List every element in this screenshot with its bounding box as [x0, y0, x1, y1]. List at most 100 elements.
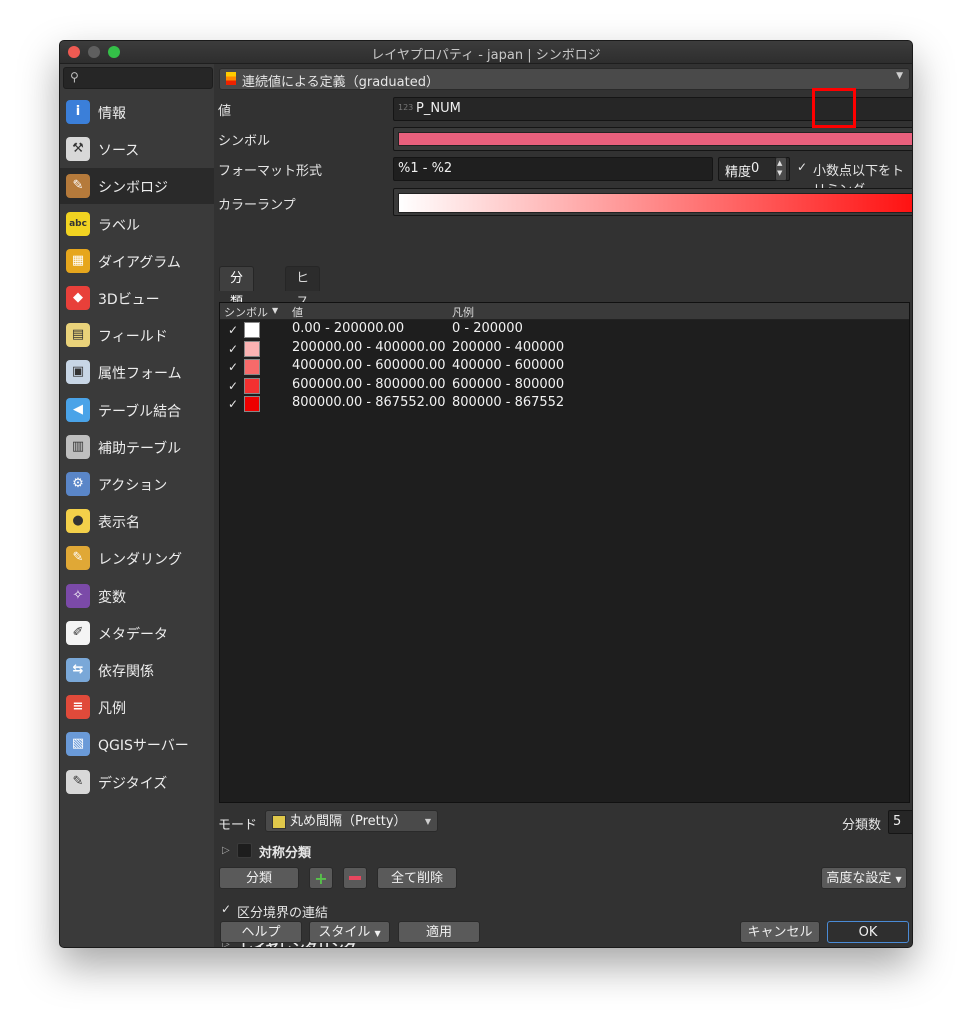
attribute-form-icon: ▣ — [66, 360, 90, 385]
class-symbol-swatch[interactable] — [244, 359, 260, 375]
sidebar-item[interactable]: ⇆ 依存関係 — [60, 652, 214, 688]
rendering-brush-icon: ✎ — [66, 546, 90, 571]
mode-label: モード — [218, 818, 258, 833]
title-bar: レイヤプロパティ - japan | シンボロジ — [60, 41, 912, 64]
header-symbol[interactable]: シンボル — [224, 304, 268, 320]
sidebar-item[interactable]: ⚒ ソース — [60, 131, 214, 167]
sidebar-item[interactable]: i 情報 — [60, 94, 214, 130]
row-checkbox[interactable]: ✓ — [228, 397, 238, 411]
class-symbol-swatch[interactable] — [244, 396, 260, 412]
class-legend[interactable]: 0 - 200000 — [452, 321, 523, 336]
advanced-label: 高度な設定 — [826, 871, 892, 886]
tab-histogram[interactable]: ヒストグラム — [285, 266, 321, 406]
expand-symmetric-icon[interactable]: ▷ — [222, 845, 230, 856]
sidebar-item-label: テーブル結合 — [98, 403, 182, 420]
table-row[interactable]: ✓ 400000.00 - 600000.00 400000 - 600000 — [220, 358, 909, 376]
table-header: シンボル ▼ 値 凡例 — [220, 303, 909, 320]
ok-button[interactable]: OK — [827, 921, 909, 943]
class-value[interactable]: 800000.00 - 867552.00 — [292, 395, 446, 410]
sidebar-item-label: レンダリング — [98, 552, 182, 569]
mode-dropdown[interactable]: 丸め間隔（Pretty） ▼ — [265, 810, 438, 832]
sidebar-item-label: 情報 — [98, 106, 126, 122]
renderer-dropdown[interactable]: 連続値による定義（graduated） ▼ — [219, 68, 910, 90]
class-legend[interactable]: 200000 - 400000 — [452, 340, 564, 355]
tab-classes[interactable]: 分類数 — [219, 266, 255, 334]
sidebar-item[interactable]: ▥ 補助テーブル — [60, 429, 214, 465]
header-value[interactable]: 値 — [292, 304, 303, 320]
fields-icon: ▤ — [66, 323, 90, 348]
table-row[interactable]: ✓ 600000.00 - 800000.00 600000 - 800000 — [220, 377, 909, 395]
class-legend[interactable]: 600000 - 800000 — [452, 377, 564, 392]
label-abc-icon: abc — [66, 211, 90, 236]
info-icon: i — [66, 100, 90, 124]
help-button[interactable]: ヘルプ — [220, 921, 302, 943]
symmetric-checkbox[interactable] — [237, 843, 252, 858]
class-value[interactable]: 0.00 - 200000.00 — [292, 321, 404, 336]
cancel-button[interactable]: キャンセル — [740, 921, 820, 943]
trim-checkbox[interactable]: ✓ — [797, 160, 807, 174]
sidebar-item[interactable]: ⚙ アクション — [60, 466, 214, 502]
apply-button[interactable]: 適用 — [398, 921, 480, 943]
style-dropdown[interactable]: スタイル ▼ — [309, 921, 390, 943]
sidebar-item[interactable]: ✧ 変数 — [60, 578, 214, 614]
variables-icon: ✧ — [66, 583, 90, 608]
sidebar-item[interactable]: ✎ デジタイズ — [60, 764, 214, 800]
class-value[interactable]: 600000.00 - 800000.00 — [292, 377, 446, 392]
sidebar-item[interactable]: ● 表示名 — [60, 503, 214, 539]
sidebar-item[interactable]: ≡ 凡例 — [60, 689, 214, 725]
link-boundaries-checkbox[interactable]: ✓ — [221, 902, 231, 916]
class-value[interactable]: 200000.00 - 400000.00 — [292, 340, 446, 355]
class-legend[interactable]: 800000 - 867552 — [452, 395, 564, 410]
row-checkbox[interactable]: ✓ — [228, 379, 238, 393]
sidebar-item[interactable]: ✎ シンボロジ — [60, 168, 214, 205]
classes-count-input[interactable]: 5 — [888, 810, 912, 834]
search-icon: ⚲ — [70, 70, 79, 84]
format-input[interactable]: %1 - %2 — [393, 157, 713, 181]
precision-stepper[interactable]: ▲ ▼ — [775, 157, 787, 181]
row-checkbox[interactable]: ✓ — [228, 323, 238, 337]
sidebar-item[interactable]: ✐ メタデータ — [60, 615, 214, 651]
sidebar-item-label: アクション — [98, 478, 168, 494]
source-wrench-icon: ⚒ — [66, 137, 90, 162]
sidebar-item[interactable]: ▧ QGISサーバー — [60, 726, 214, 762]
sidebar-item[interactable]: ✎ レンダリング — [60, 540, 214, 576]
row-checkbox[interactable]: ✓ — [228, 342, 238, 356]
renderer-label: 連続値による定義（graduated） — [242, 75, 439, 90]
class-legend[interactable]: 400000 - 600000 — [452, 358, 564, 373]
sidebar-item[interactable]: abc ラベル — [60, 206, 214, 242]
sidebar-search-input[interactable]: ⚲ — [63, 67, 213, 89]
sidebar-item[interactable]: ◀ テーブル結合 — [60, 392, 214, 428]
sidebar-item[interactable]: ▦ ダイアグラム — [60, 243, 214, 279]
symbol-button[interactable] — [393, 127, 912, 151]
table-row[interactable]: ✓ 800000.00 - 867552.00 800000 - 867552 — [220, 395, 909, 413]
style-label: スタイル — [318, 925, 371, 940]
graduated-renderer-icon — [226, 72, 236, 85]
table-row[interactable]: ✓ 200000.00 - 400000.00 200000 - 400000 — [220, 340, 909, 358]
advanced-dropdown[interactable]: 高度な設定 ▼ — [821, 867, 907, 889]
sidebar-item[interactable]: ▣ 属性フォーム — [60, 354, 214, 390]
chevron-down-icon: ▼ — [374, 929, 381, 938]
header-legend[interactable]: 凡例 — [452, 304, 474, 320]
classify-button[interactable]: 分類 — [219, 867, 299, 889]
class-value[interactable]: 400000.00 - 600000.00 — [292, 358, 446, 373]
sidebar: ⚲ i 情報 ⚒ ソース ✎ シンボロジ abc ラベル ▦ ダイアグラム ◆ 3Dビュー ▤ フィールド… — [60, 64, 214, 947]
display-name-bubble-icon: ● — [66, 509, 90, 534]
class-symbol-swatch[interactable] — [244, 340, 260, 357]
add-class-plus-icon[interactable]: + — [309, 867, 333, 889]
table-row[interactable]: ✓ 0.00 - 200000.00 0 - 200000 — [220, 321, 909, 339]
remove-class-button[interactable] — [343, 867, 367, 889]
sort-arrow-icon: ▼ — [272, 306, 279, 315]
class-symbol-swatch[interactable] — [244, 322, 260, 338]
sidebar-item-label: 表示名 — [98, 515, 140, 532]
class-symbol-swatch[interactable] — [244, 377, 260, 394]
numeric-field-icon: 123 — [398, 103, 414, 112]
chevron-down-icon: ▼ — [424, 817, 431, 826]
action-gear-icon: ⚙ — [66, 472, 90, 496]
sidebar-item[interactable]: ◆ 3Dビュー — [60, 280, 214, 316]
color-ramp-button[interactable] — [393, 188, 912, 216]
row-checkbox[interactable]: ✓ — [228, 360, 238, 374]
delete-all-button[interactable]: 全て削除 — [377, 867, 457, 889]
sidebar-item[interactable]: ▤ フィールド — [60, 317, 214, 353]
sidebar-item-label: デジタイズ — [98, 775, 168, 792]
pretty-mode-icon — [272, 815, 286, 829]
